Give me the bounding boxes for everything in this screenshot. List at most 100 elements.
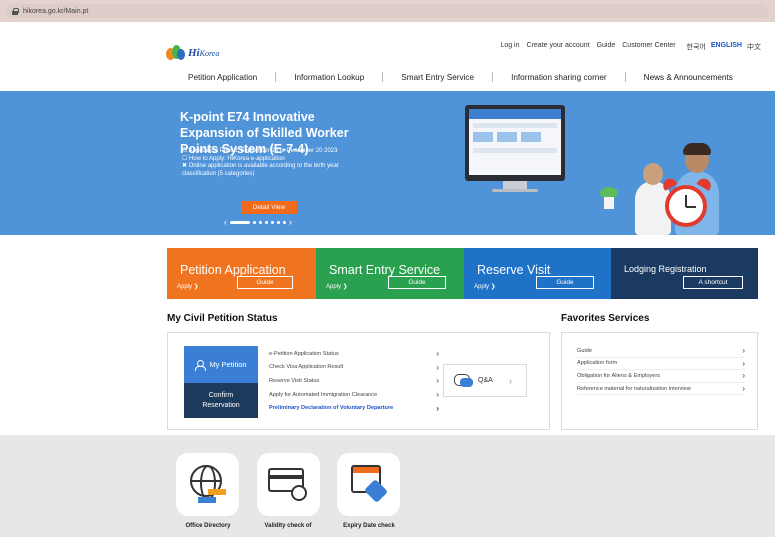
chat-icon — [454, 373, 474, 388]
pager-dot[interactable] — [265, 220, 268, 224]
customer-center-link[interactable]: Customer Center — [622, 42, 675, 52]
utility-nav: Log in Create your account Guide Custome… — [500, 42, 761, 52]
chevron-right-icon: › — [436, 376, 439, 386]
tile-apply-link[interactable]: Apply ❯ — [326, 283, 348, 290]
petition-link-item[interactable]: Apply for Automated Immigration Clearanc… — [269, 388, 439, 402]
language-selector: 한국어 ENGLISH 中文 — [687, 42, 761, 52]
office-directory-button[interactable] — [176, 453, 239, 516]
tile-guide-button[interactable]: Guide — [536, 276, 594, 289]
monitor-stand — [503, 181, 527, 189]
main-nav: Petition Application Information Lookup … — [170, 72, 751, 82]
petition-link-item[interactable]: Check Visa Application Result › — [269, 361, 439, 375]
tile-smart-entry-service[interactable]: Smart Entry Service Apply ❯ Guide — [316, 248, 464, 299]
plant-illustration — [600, 187, 618, 209]
hero-period: ☐ Application Period: September 25 to De… — [182, 148, 338, 154]
tile-shortcut-button[interactable]: A shortcut — [683, 276, 743, 289]
alarm-clock-icon — [665, 185, 707, 227]
tile-guide-button[interactable]: Guide — [388, 276, 446, 289]
chevron-right-icon: › — [436, 349, 439, 359]
hero-pager: ‹ › — [224, 217, 292, 227]
tile-title: Petition Application — [180, 263, 286, 277]
petition-status-title: My Civil Petition Status — [167, 313, 278, 324]
guide-link[interactable]: Guide — [597, 42, 616, 52]
petition-links: e-Petition Application Status › Check Vis… — [269, 347, 439, 415]
monitor-base — [492, 189, 538, 192]
logo-text: HiKorea — [188, 47, 220, 59]
petition-link-item[interactable]: Preliminary Declaration of Voluntary Dep… — [269, 401, 439, 415]
my-petition-button[interactable]: My Petition — [184, 346, 258, 383]
tile-lodging-registration[interactable]: Lodging Registration A shortcut — [611, 248, 758, 299]
detail-view-button[interactable]: Detail View — [241, 201, 297, 214]
validity-check-label: Validity check of — [264, 523, 312, 529]
favorite-link-item[interactable]: Guide › — [577, 345, 745, 358]
tile-guide-button[interactable]: Guide — [237, 276, 293, 289]
chevron-right-icon: › — [509, 375, 512, 386]
office-directory-label: Office Directory — [185, 523, 231, 529]
tile-apply-link[interactable]: Apply ❯ — [474, 283, 496, 290]
clock-icon — [291, 485, 307, 501]
nav-smart-entry-service[interactable]: Smart Entry Service — [383, 73, 492, 82]
hikorea-logo[interactable]: HiKorea — [166, 45, 219, 61]
expiry-date-check-button[interactable] — [337, 453, 400, 516]
favorite-link-item[interactable]: Application form › — [577, 358, 745, 371]
nav-news-announcements[interactable]: News & Announcements — [626, 73, 751, 82]
hero-background — [0, 91, 170, 235]
hero-banner: K-point E74 Innovative Expansion of Skil… — [170, 91, 775, 235]
qa-label: Q&A — [478, 377, 493, 384]
url-field[interactable]: hikorea.go.kr/Main.pt — [6, 4, 768, 18]
pager-dot[interactable] — [283, 220, 286, 224]
lang-korean[interactable]: 한국어 — [687, 42, 706, 52]
nav-information-sharing[interactable]: Information sharing corner — [493, 73, 625, 82]
expiry-date-label: Expiry Date check — [343, 523, 395, 529]
favorites-panel: Guide › Application form › Obligation for … — [561, 332, 758, 430]
reservation-label: Reservation — [202, 401, 240, 409]
chevron-right-icon: › — [742, 384, 745, 394]
lang-chinese[interactable]: 中文 — [747, 42, 761, 52]
tile-title: Smart Entry Service — [329, 263, 441, 277]
petition-link-item[interactable]: e-Petition Application Status › — [269, 347, 439, 361]
nav-information-lookup[interactable]: Information Lookup — [276, 73, 382, 82]
tile-title: Lodging Registration — [624, 264, 707, 274]
browser-address-bar: hikorea.go.kr/Main.pt — [0, 0, 775, 22]
person-icon — [195, 359, 207, 371]
hikorea-logo-icon — [166, 45, 186, 61]
tile-title: Reserve Visit — [477, 263, 551, 277]
pager-dot[interactable] — [271, 220, 274, 224]
favorite-link-item[interactable]: Reference material for naturalization in… — [577, 383, 745, 396]
url-text: hikorea.go.kr/Main.pt — [23, 7, 89, 15]
create-account-link[interactable]: Create your account — [527, 42, 590, 52]
nav-petition-application[interactable]: Petition Application — [170, 73, 275, 82]
pager-dot[interactable] — [253, 220, 256, 224]
next-slide-button[interactable]: › — [289, 217, 292, 227]
pager-dot[interactable] — [277, 220, 280, 224]
chevron-right-icon: › — [436, 362, 439, 372]
chevron-right-icon: › — [436, 390, 439, 400]
hero-description: ☐ Application Period: September 25 to De… — [182, 148, 362, 178]
my-petition-label: My Petition — [209, 360, 247, 369]
tile-apply-link[interactable]: Apply ❯ — [177, 283, 199, 290]
favorite-link-item[interactable]: Obligation for Aliens & Employers › — [577, 370, 745, 383]
chevron-right-icon: › — [742, 346, 745, 356]
petition-link-item[interactable]: Reserve Visit Status › — [269, 374, 439, 388]
lang-english[interactable]: ENGLISH — [711, 42, 742, 52]
hero-how-to: ☐ How to Apply: HiKorea e-application — [182, 155, 285, 162]
pager-active[interactable] — [230, 220, 250, 224]
monitor-illustration — [465, 105, 565, 181]
confirm-reservation-button[interactable]: Confirm Reservation — [184, 383, 258, 418]
qa-button[interactable]: Q&A › — [443, 364, 527, 397]
chevron-right-icon: › — [436, 403, 439, 413]
tile-petition-application[interactable]: Petition Application Apply ❯ Guide — [167, 248, 316, 299]
chevron-right-icon: › — [742, 371, 745, 381]
chevron-right-icon: › — [742, 358, 745, 368]
favorites-title: Favorites Services — [561, 313, 650, 324]
validity-check-button[interactable] — [257, 453, 320, 516]
arrow-right-icon — [208, 489, 226, 495]
pager-dot[interactable] — [259, 220, 262, 224]
petition-status-panel: My Petition Confirm Reservation e-Petitio… — [167, 332, 550, 430]
prev-slide-button[interactable]: ‹ — [224, 217, 227, 227]
lock-icon — [12, 7, 19, 15]
login-link[interactable]: Log in — [500, 42, 519, 52]
favorites-links: Guide › Application form › Obligation for … — [577, 345, 745, 396]
hero-note: ✖ Online application is available accord… — [182, 163, 339, 177]
tile-reserve-visit[interactable]: Reserve Visit Apply ❯ Guide — [464, 248, 611, 299]
